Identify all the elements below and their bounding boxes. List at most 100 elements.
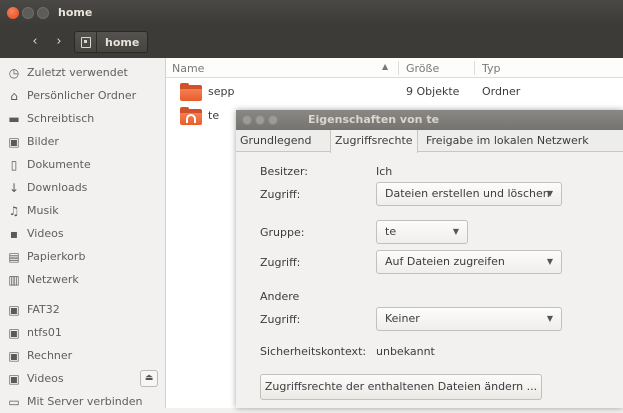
sidebar-item-label: Netzwerk: [27, 273, 79, 286]
sidebar-item-home[interactable]: ⌂ Persönlicher Ordner: [0, 84, 166, 107]
breadcrumb-home[interactable]: home: [97, 36, 147, 49]
change-enclosed-permissions-button[interactable]: Zugriffsrechte der enthaltenen Dateien ä…: [260, 374, 542, 400]
others-access-select[interactable]: Keiner ▼: [376, 307, 562, 331]
dropdown-caret-icon: ▼: [452, 227, 459, 236]
file-size: 9 Objekte: [406, 85, 460, 98]
properties-dialog: Eigenschaften von te Grundlegend Zugriff…: [236, 110, 623, 408]
dialog-title: Eigenschaften von te: [308, 113, 440, 126]
sidebar-item-label: Dokumente: [27, 158, 91, 171]
network-icon: ▥: [8, 272, 20, 287]
dropdown-caret-icon: ▼: [546, 189, 553, 198]
others-access-label: Zugriff:: [260, 313, 301, 326]
tab-sharing[interactable]: Freigabe im lokalen Netzwerk: [422, 130, 593, 152]
maximize-dialog-icon[interactable]: [268, 115, 278, 125]
sidebar-item-pictures[interactable]: ▣ Bilder: [0, 130, 166, 153]
close-dialog-icon[interactable]: [242, 115, 252, 125]
column-divider: [474, 61, 475, 75]
sidebar-item-fat32[interactable]: ▣ FAT32: [0, 298, 166, 321]
clock-icon: ◷: [8, 65, 20, 80]
sidebar-item-label: Mit Server verbinden: [27, 395, 143, 408]
sidebar-item-trash[interactable]: ▤ Papierkorb: [0, 245, 166, 268]
sidebar-item-label: ntfs01: [27, 326, 62, 339]
file-name: te: [208, 109, 220, 122]
sidebar-item-label: Downloads: [27, 181, 88, 194]
sidebar-item-label: Bilder: [27, 135, 59, 148]
sidebar-item-label: Musik: [27, 204, 59, 217]
shared-folder-icon: [180, 107, 202, 125]
minimize-dialog-icon[interactable]: [255, 115, 265, 125]
sidebar-item-label: Rechner: [27, 349, 73, 362]
owner-value: Ich: [376, 165, 393, 178]
dropdown-caret-icon: ▼: [546, 314, 553, 323]
home-icon: ⌂: [10, 88, 18, 103]
server-icon: ▭: [8, 394, 20, 409]
sidebar-item-network[interactable]: ▥ Netzwerk: [0, 268, 166, 291]
window-title: home: [58, 6, 93, 19]
file-manager-window: home ‹ › home ◷ Zuletzt verwendet ⌂ Pers…: [0, 0, 623, 409]
download-arrow-icon: ↓: [8, 180, 20, 195]
owner-access-select[interactable]: Dateien erstellen und löschen ▼: [376, 182, 562, 206]
column-size[interactable]: Größe: [406, 62, 439, 75]
trash-icon: ▤: [8, 249, 20, 264]
sidebar-item-music[interactable]: ♫ Musik: [0, 199, 166, 222]
home-drive-icon[interactable]: [75, 32, 97, 52]
close-window-icon[interactable]: [7, 7, 19, 19]
desktop-folder-icon: ▬: [8, 111, 20, 126]
sidebar-item-label: Videos: [27, 372, 64, 385]
sidebar-item-computer[interactable]: ▣ Rechner: [0, 344, 166, 367]
breadcrumb[interactable]: home: [74, 31, 149, 53]
drive-icon: ▣: [8, 348, 20, 363]
list-header: Name ▲ Größe Typ: [166, 58, 623, 78]
camera-icon: ▣: [8, 134, 20, 149]
owner-access-value: Dateien erstellen und löschen: [385, 187, 550, 200]
column-type[interactable]: Typ: [482, 62, 501, 75]
owner-label: Besitzer:: [260, 165, 308, 178]
title-bar: home: [0, 0, 623, 26]
sort-ascending-icon: ▲: [382, 62, 389, 71]
folder-icon: [180, 83, 202, 101]
music-note-icon: ♫: [8, 203, 20, 218]
owner-access-label: Zugriff:: [260, 188, 301, 201]
sidebar-item-label: FAT32: [27, 303, 60, 316]
dialog-tabs: Grundlegend Zugriffsrechte Freigabe im l…: [236, 130, 623, 153]
chevron-left-icon[interactable]: ‹: [26, 33, 44, 51]
sidebar-item-label: Schreibtisch: [27, 112, 95, 125]
column-divider: [398, 61, 399, 75]
tab-basic[interactable]: Grundlegend: [236, 130, 316, 152]
minimize-window-icon[interactable]: [22, 7, 34, 19]
file-type: Ordner: [482, 85, 521, 98]
sidebar: ◷ Zuletzt verwendet ⌂ Persönlicher Ordne…: [0, 58, 166, 409]
sidebar-item-label: Papierkorb: [27, 250, 86, 263]
sidebar-item-documents[interactable]: ▯ Dokumente: [0, 153, 166, 176]
chevron-right-icon[interactable]: ›: [50, 33, 68, 51]
dropdown-caret-icon: ▼: [546, 257, 553, 266]
list-item[interactable]: sepp 9 Objekte Ordner: [166, 80, 623, 104]
column-name[interactable]: Name: [172, 62, 204, 75]
sidebar-item-label: Persönlicher Ordner: [27, 89, 137, 102]
group-value: te: [385, 225, 397, 238]
toolbar: ‹ › home: [0, 26, 623, 58]
sidebar-item-recent[interactable]: ◷ Zuletzt verwendet: [0, 61, 166, 84]
group-access-value: Auf Dateien zugreifen: [385, 255, 505, 268]
document-icon: ▯: [10, 157, 18, 172]
sidebar-item-desktop[interactable]: ▬ Schreibtisch: [0, 107, 166, 130]
tab-permissions[interactable]: Zugriffsrechte: [330, 130, 418, 153]
dialog-title-bar: Eigenschaften von te: [236, 110, 623, 130]
sidebar-item-videos[interactable]: ▪ Videos: [0, 222, 166, 245]
film-icon: ▪: [9, 226, 19, 241]
group-select[interactable]: te ▼: [376, 220, 468, 244]
sidebar-item-downloads[interactable]: ↓ Downloads: [0, 176, 166, 199]
sidebar-item-ntfs01[interactable]: ▣ ntfs01: [0, 321, 166, 344]
sidebar-item-videos-drive[interactable]: ▣ Videos ⏏: [0, 367, 166, 390]
sidebar-item-label: Zuletzt verwendet: [27, 66, 128, 79]
drive-icon: ▣: [8, 371, 20, 386]
file-name: sepp: [208, 85, 235, 98]
group-access-select[interactable]: Auf Dateien zugreifen ▼: [376, 250, 562, 274]
maximize-window-icon[interactable]: [37, 7, 49, 19]
drive-icon: ▣: [8, 325, 20, 340]
sidebar-item-connect-server[interactable]: ▭ Mit Server verbinden: [0, 390, 166, 413]
security-context-value: unbekannt: [376, 345, 435, 358]
sidebar-item-label: Videos: [27, 227, 64, 240]
others-access-value: Keiner: [385, 312, 420, 325]
eject-icon[interactable]: ⏏: [140, 370, 158, 387]
